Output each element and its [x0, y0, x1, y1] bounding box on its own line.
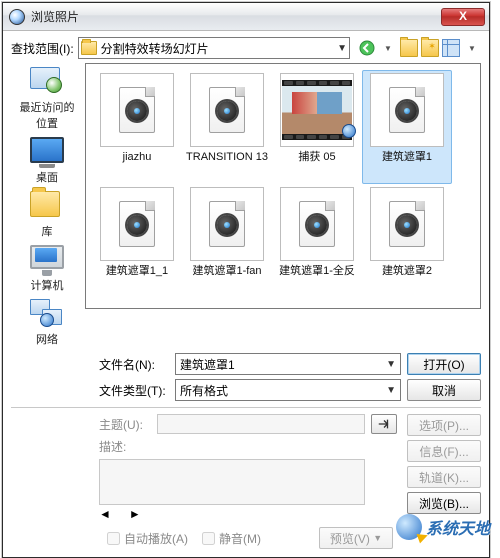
network-icon	[30, 299, 64, 329]
places-libraries[interactable]: 库	[15, 191, 79, 239]
places-desktop[interactable]: 桌面	[15, 137, 79, 185]
chevron-down-icon: ▼	[337, 43, 347, 54]
back-dropdown-icon[interactable]: ▼	[379, 39, 397, 57]
file-label: jiazhu	[95, 151, 179, 164]
places-bar: 最近访问的位置 桌面 库 计算机 网络	[11, 63, 83, 347]
description-textarea	[99, 459, 365, 505]
file-label: 建筑遮罩1	[365, 151, 449, 164]
places-recent-label: 最近访问的位置	[15, 99, 79, 131]
open-button[interactable]: 打开(O)	[407, 353, 481, 375]
places-computer-label: 计算机	[15, 277, 79, 293]
file-label: 捕获 05	[275, 151, 359, 164]
file-thumbnail	[280, 187, 354, 261]
titlebar[interactable]: 浏览照片 X	[3, 3, 489, 31]
middle-pane: 最近访问的位置 桌面 库 计算机 网络 j	[11, 63, 481, 347]
places-network-label: 网络	[15, 331, 79, 347]
file-thumbnail	[190, 187, 264, 261]
file-thumbnail	[370, 187, 444, 261]
libraries-icon	[30, 191, 64, 221]
chevron-down-icon: ▼	[386, 359, 396, 370]
scroll-right-icon[interactable]: ►	[129, 507, 141, 521]
file-label: 建筑遮罩1-fan	[185, 265, 269, 278]
lookin-folder-name: 分割特效转场幻灯片	[101, 40, 209, 57]
view-menu-icon[interactable]	[442, 39, 460, 57]
close-button[interactable]: X	[441, 8, 485, 26]
places-computer[interactable]: 计算机	[15, 245, 79, 293]
desktop-icon	[30, 137, 64, 167]
recent-locations-icon	[30, 67, 64, 97]
info-button[interactable]: 信息(F)...	[407, 440, 481, 462]
options-button[interactable]: 选项(P)...	[407, 414, 481, 436]
scroll-left-icon[interactable]: ◄	[99, 507, 111, 521]
dialog-body: 查找范围(I): 分割特效转场幻灯片 ▼ ▼ ✶ ▼	[3, 31, 489, 557]
mute-checkbox-input[interactable]	[202, 532, 215, 545]
brand-text: 系统天地	[426, 515, 490, 539]
lookin-label: 查找范围(I):	[11, 40, 74, 57]
apply-arrow-button[interactable]	[371, 414, 397, 434]
computer-icon	[30, 245, 64, 275]
cancel-button[interactable]: 取消	[407, 379, 481, 401]
description-scrollers: ◄ ►	[99, 507, 365, 521]
autoplay-checkbox-input[interactable]	[107, 532, 120, 545]
brand-globe-icon	[396, 514, 422, 540]
filename-filetype-rows: 文件名(N): 建筑遮罩1 ▼ 打开(O) 文件类型(T): 所有格式 ▼ 取消	[11, 353, 481, 401]
lookin-row: 查找范围(I): 分割特效转场幻灯片 ▼ ▼ ✶ ▼	[11, 37, 481, 59]
chevron-down-icon: ▼	[386, 385, 396, 396]
filename-combo[interactable]: 建筑遮罩1 ▼	[175, 353, 401, 375]
places-desktop-label: 桌面	[15, 169, 79, 185]
file-label: 建筑遮罩1_1	[95, 265, 179, 278]
file-label: TRANSITION 13	[185, 151, 269, 164]
window-title: 浏览照片	[31, 8, 441, 25]
view-dropdown-icon[interactable]: ▼	[463, 39, 481, 57]
lower-panel: 主题(U): 描述: ◄ ► 选项(P)... 信息(F)...	[11, 414, 481, 521]
file-item[interactable]: 建筑遮罩1_1	[92, 184, 182, 298]
file-thumbnail	[280, 73, 354, 147]
back-icon[interactable]	[358, 39, 376, 57]
file-list[interactable]: jiazhu TRANSITION 13 捕获 05 建筑遮罩1 建筑遮罩1_1 建筑遮罩…	[85, 63, 481, 309]
new-folder-icon[interactable]: ✶	[421, 39, 439, 57]
app-icon	[9, 9, 25, 25]
subject-label: 主题(U):	[99, 416, 151, 433]
section-divider	[11, 407, 481, 408]
places-libraries-label: 库	[15, 223, 79, 239]
file-label: 建筑遮罩2	[365, 265, 449, 278]
file-item[interactable]: 建筑遮罩1-fan	[182, 184, 272, 298]
filetype-label: 文件类型(T):	[99, 382, 169, 399]
file-item[interactable]: jiazhu	[92, 70, 182, 184]
watermark-brand: 系统天地	[396, 514, 490, 540]
filename-label: 文件名(N):	[99, 356, 169, 373]
file-thumbnail	[100, 73, 174, 147]
file-item[interactable]: TRANSITION 13	[182, 70, 272, 184]
folder-icon	[81, 41, 97, 55]
places-network[interactable]: 网络	[15, 299, 79, 347]
browse-button[interactable]: 浏览(B)...	[407, 492, 481, 514]
file-item[interactable]: 建筑遮罩2	[362, 184, 452, 298]
file-item[interactable]: 建筑遮罩1-全反	[272, 184, 362, 298]
filename-value: 建筑遮罩1	[180, 356, 235, 373]
subject-input	[157, 414, 365, 434]
up-one-level-icon[interactable]	[400, 39, 418, 57]
file-label: 建筑遮罩1-全反	[275, 265, 359, 278]
lookin-combo[interactable]: 分割特效转场幻灯片 ▼	[78, 37, 350, 59]
preview-button[interactable]: 预览(V) ▼	[319, 527, 393, 549]
file-item[interactable]: 建筑遮罩1	[362, 70, 452, 184]
file-thumbnail	[190, 73, 264, 147]
track-button[interactable]: 轨道(K)...	[407, 466, 481, 488]
places-recent[interactable]: 最近访问的位置	[15, 67, 79, 131]
browse-dialog: 浏览照片 X 查找范围(I): 分割特效转场幻灯片 ▼ ▼ ✶	[2, 2, 490, 558]
file-thumbnail	[370, 73, 444, 147]
description-label: 描述:	[99, 438, 151, 455]
file-item[interactable]: 捕获 05	[272, 70, 362, 184]
chevron-down-icon: ▼	[373, 533, 382, 543]
filetype-combo[interactable]: 所有格式 ▼	[175, 379, 401, 401]
nav-toolbar: ▼ ✶ ▼	[358, 39, 481, 57]
filetype-value: 所有格式	[180, 382, 228, 399]
file-thumbnail	[100, 187, 174, 261]
